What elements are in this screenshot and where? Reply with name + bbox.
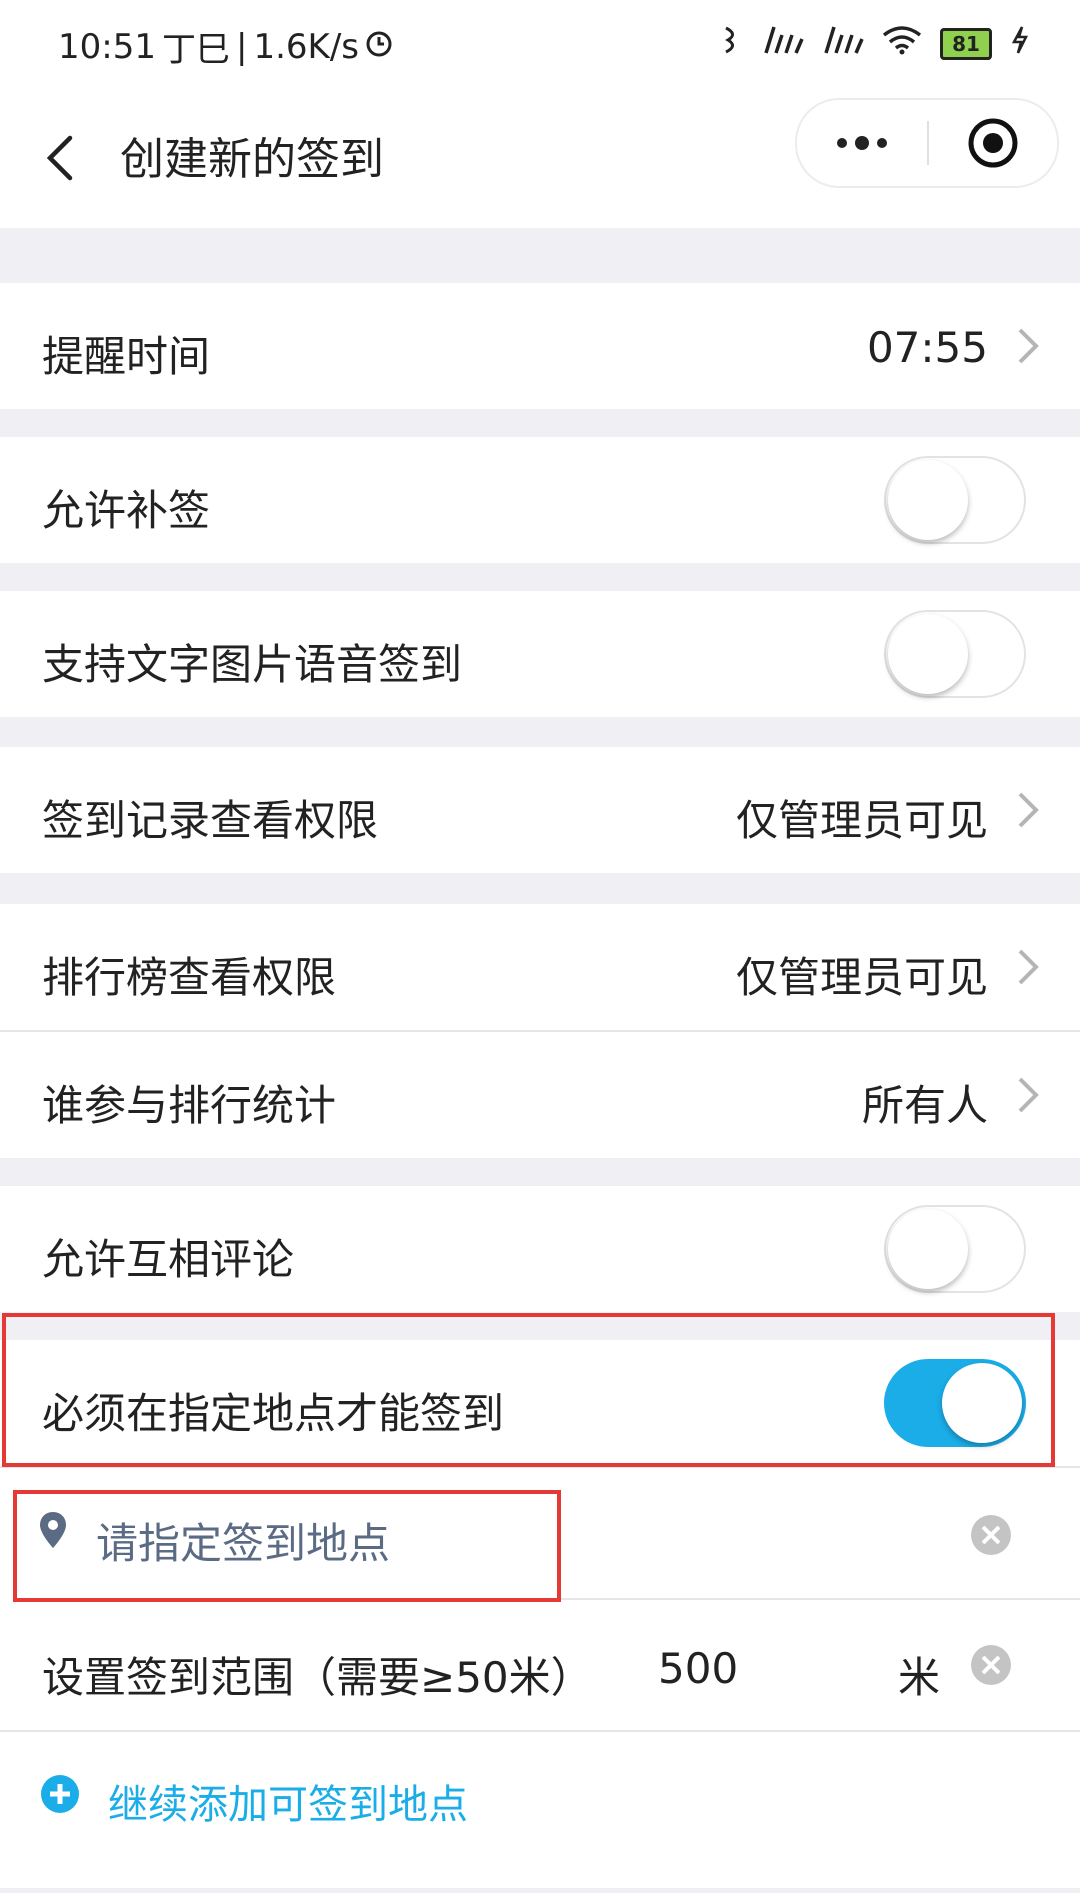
rank-permission-row[interactable]: 排行榜查看权限 仅管理员可见 [0, 904, 1080, 1030]
rank-participants-label: 谁参与排行统计 [42, 1081, 337, 1130]
range-input[interactable]: 500 [658, 1644, 738, 1693]
more-button[interactable] [797, 100, 927, 186]
remind-time-label: 提醒时间 [42, 332, 211, 381]
rank-permission-label: 排行榜查看权限 [42, 953, 337, 1002]
status-time: 10:51 [58, 26, 156, 67]
back-button[interactable] [40, 118, 110, 198]
rank-participants-value: 所有人 [861, 1081, 988, 1130]
nav-bar: 创建新的签到 [0, 90, 1080, 228]
nfc-icon [722, 24, 744, 63]
allow-comment-row: 允许互相评论 [0, 1186, 1080, 1312]
rank-participants-row[interactable]: 谁参与排行统计 所有人 [0, 1032, 1080, 1158]
remind-time-row[interactable]: 提醒时间 07:55 [0, 283, 1080, 409]
status-right: 81 [722, 24, 1030, 63]
clear-icon[interactable] [970, 1644, 1012, 1686]
range-unit: 米 [898, 1653, 941, 1702]
status-lunar: 丁巳 [161, 30, 230, 70]
add-location-button[interactable]: 继续添加可签到地点 [0, 1732, 1080, 1858]
battery-icon: 81 [940, 27, 992, 60]
add-circle-icon [41, 1775, 79, 1813]
signal-icon-1 [762, 25, 804, 62]
chevron-left-icon [46, 135, 73, 181]
wifi-icon [882, 25, 922, 62]
allow-comment-label: 允许互相评论 [42, 1235, 295, 1284]
allow-makeup-switch[interactable] [884, 456, 1026, 544]
allow-comment-switch[interactable] [884, 1205, 1026, 1293]
alarm-icon [365, 27, 393, 67]
status-divider: | [235, 26, 248, 67]
status-left: 10:51 丁巳 | 1.6K/s [58, 22, 393, 71]
highlight-box-location-switch [2, 1313, 1055, 1467]
signal-icon-2 [822, 25, 864, 62]
switch-knob [888, 460, 968, 540]
status-bar: 10:51 丁巳 | 1.6K/s 81 [0, 0, 1080, 90]
allow-makeup-label: 允许补签 [42, 486, 211, 535]
chevron-right-icon [1018, 1077, 1039, 1113]
miniapp-capsule [795, 98, 1059, 188]
target-icon [968, 118, 1018, 168]
switch-knob [888, 614, 968, 694]
close-miniapp-button[interactable] [929, 100, 1057, 186]
page-title: 创建新的签到 [120, 134, 384, 185]
chevron-right-icon [1018, 792, 1039, 828]
range-label: 设置签到范围（需要≥50米） [42, 1653, 593, 1702]
switch-knob [888, 1209, 968, 1289]
allow-makeup-row: 允许补签 [0, 437, 1080, 563]
add-location-label: 继续添加可签到地点 [108, 1782, 468, 1828]
remind-time-value: 07:55 [866, 323, 988, 372]
chevron-right-icon [1018, 328, 1039, 364]
record-permission-row[interactable]: 签到记录查看权限 仅管理员可见 [0, 747, 1080, 873]
highlight-box-location-input [13, 1490, 561, 1602]
status-speed: 1.6K/s [253, 26, 359, 67]
text-image-voice-label: 支持文字图片语音签到 [42, 640, 463, 689]
range-row: 设置签到范围（需要≥50米） 500 米 [0, 1600, 1080, 1730]
text-image-voice-row: 支持文字图片语音签到 [0, 591, 1080, 717]
charging-icon [1010, 25, 1030, 62]
more-dots-icon [837, 136, 887, 150]
chevron-right-icon [1018, 949, 1039, 985]
text-image-voice-switch[interactable] [884, 610, 1026, 698]
record-permission-label: 签到记录查看权限 [42, 796, 379, 845]
clear-icon[interactable] [970, 1514, 1012, 1556]
record-permission-value: 仅管理员可见 [735, 796, 988, 845]
rank-permission-value: 仅管理员可见 [735, 953, 988, 1002]
